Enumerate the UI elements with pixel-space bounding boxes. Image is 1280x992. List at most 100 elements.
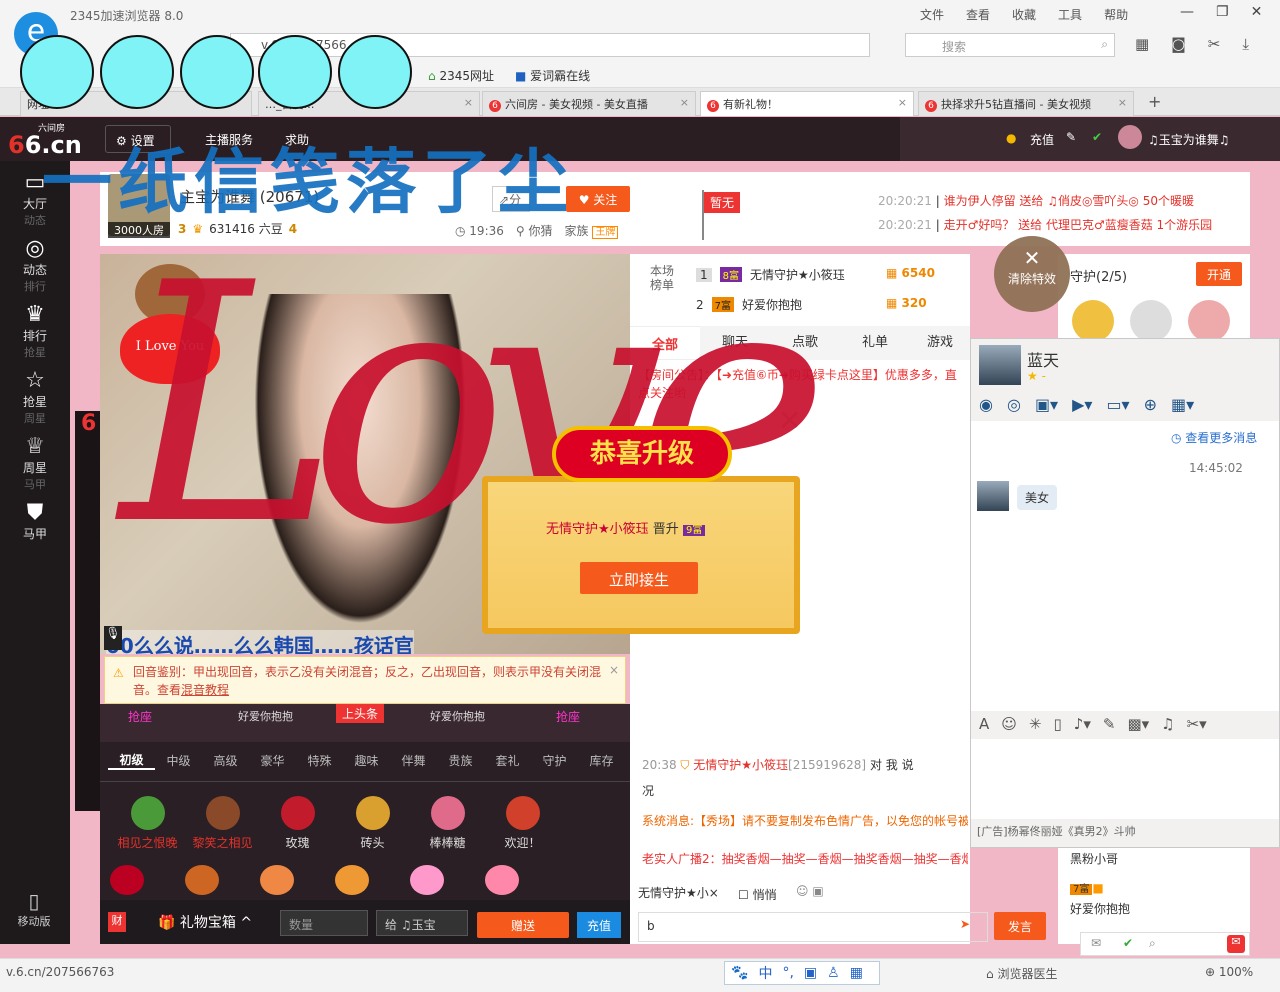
screen-share-icon[interactable]: ▣▾ xyxy=(1035,395,1058,414)
gift-tab-4[interactable]: 特殊 xyxy=(296,752,343,769)
gift-item[interactable]: 棒棒糖 xyxy=(410,796,485,851)
zoom-level[interactable]: ⊕ 100% xyxy=(1205,965,1253,979)
nav-weekstar[interactable]: ♕ 周星 马甲 xyxy=(0,425,70,492)
mobile-version[interactable]: ▯ 移动版 xyxy=(10,889,58,929)
view-more-link[interactable]: ◷ 查看更多消息 xyxy=(1171,429,1257,446)
video-icon[interactable]: ◎ xyxy=(1007,395,1021,414)
menu-favorites[interactable]: 收藏 xyxy=(1012,6,1036,23)
edit-icon[interactable]: ✎ xyxy=(1066,130,1076,144)
seat-4[interactable]: 好爱你抱抱 xyxy=(430,708,485,724)
username[interactable]: ♫玉宝为谁舞♫ xyxy=(1148,131,1230,148)
gift-item[interactable]: 欢迎！ xyxy=(485,796,560,851)
scissors-icon[interactable]: ✂ xyxy=(1208,35,1221,53)
gift-tab-6[interactable]: 伴舞 xyxy=(390,752,437,769)
download-icon[interactable]: ⤓ xyxy=(1242,35,1249,53)
music-icon[interactable]: ♫ xyxy=(1161,715,1174,733)
image-icon[interactable]: ▩▾ xyxy=(1127,715,1149,733)
gift-refuel-icon[interactable] xyxy=(335,865,369,895)
gift-box-button[interactable]: 🎁 礼物宝箱 ^ xyxy=(158,912,252,932)
tab-5[interactable]: 6 抉择求升5钻直播间 - 美女视频 × xyxy=(918,91,1134,116)
minimize-icon[interactable]: — xyxy=(1180,4,1194,20)
apps-icon[interactable]: ▦▾ xyxy=(1171,395,1194,414)
chat-tab-giftlist[interactable]: 礼单 xyxy=(840,326,910,360)
gift-tab-9[interactable]: 守护 xyxy=(531,752,578,769)
menu-file[interactable]: 文件 xyxy=(920,6,944,23)
seat-3[interactable]: 上头条 xyxy=(336,704,385,723)
game-icon[interactable]: ◙ xyxy=(1171,35,1186,53)
magnifier-icon[interactable]: ⌕ xyxy=(1149,936,1156,951)
follow-button[interactable]: ♥ 关注 xyxy=(566,186,630,212)
chat-tab-game[interactable]: 游戏 xyxy=(910,326,970,360)
user-list-item[interactable]: 黑粉小哥 xyxy=(1070,850,1118,867)
seat-5[interactable]: 抢座 xyxy=(556,708,580,725)
tab-3[interactable]: 6 六间房 - 美女视频 - 美女直播 × xyxy=(482,91,696,116)
gift-item[interactable]: 黎笑之相见 xyxy=(185,796,260,851)
menu-tools[interactable]: 工具 xyxy=(1058,6,1082,23)
edit-input-icon[interactable]: ✎ xyxy=(1103,715,1116,733)
ime-bar[interactable]: 🐾 中 °, ▣ ♙ ▦ xyxy=(724,961,880,985)
seat-2[interactable]: 好爱你抱抱 xyxy=(238,708,293,724)
nav-dynamic[interactable]: ◎ 动态 排行 xyxy=(0,227,70,294)
user-avatar[interactable] xyxy=(1118,125,1142,149)
gift-lion-icon[interactable] xyxy=(185,865,219,895)
gift-item[interactable]: 砖头 xyxy=(335,796,410,851)
restore-icon[interactable]: ❐ xyxy=(1216,4,1229,20)
gift-lips-icon[interactable] xyxy=(110,865,144,895)
quantity-input[interactable]: 数量 xyxy=(280,910,368,936)
qq-ad[interactable]: [广告]杨幂佟丽娅《真男2》斗帅 xyxy=(977,823,1136,839)
browser-doctor[interactable]: ⌂ 浏览器医生 xyxy=(986,965,1057,982)
smiley-icon[interactable]: ☺ xyxy=(1001,715,1017,733)
close-icon[interactable]: ✕ xyxy=(1251,4,1263,20)
recharge-button[interactable]: 充值 xyxy=(577,912,621,938)
gift-tab-2[interactable]: 高级 xyxy=(202,752,249,769)
tab-4[interactable]: 6 有新礼物！ × xyxy=(700,91,914,116)
emoji-icon[interactable]: ☺ ▣ xyxy=(796,884,824,898)
nav-rank[interactable]: ♛ 排行 抢星 xyxy=(0,293,70,360)
gift-item[interactable]: 玫瑰 xyxy=(260,796,335,851)
warning-close-icon[interactable]: × xyxy=(609,661,619,679)
new-tab-icon[interactable]: + xyxy=(1148,92,1161,111)
seat-1[interactable]: 抢座 xyxy=(128,708,152,725)
screenshot-icon[interactable]: ✂▾ xyxy=(1187,715,1207,733)
qq-input-area[interactable] xyxy=(971,739,1279,819)
user-list-item[interactable]: 7富 ■ xyxy=(1070,880,1104,895)
guard-avatar[interactable] xyxy=(1072,300,1114,342)
recharge-link[interactable]: 充值 xyxy=(1030,131,1054,148)
shield-icon[interactable]: ✔ xyxy=(1123,936,1133,950)
gift-item[interactable]: 相见之恨晚 xyxy=(110,796,185,851)
mic-icon[interactable]: 🎙 xyxy=(104,626,122,650)
levelup-accept-button[interactable]: 立即接生 xyxy=(580,562,698,594)
font-icon[interactable]: A xyxy=(979,715,989,733)
mic-input-icon[interactable]: ♪▾ xyxy=(1074,715,1091,733)
send-gift-button[interactable]: 赠送 xyxy=(477,912,569,938)
search-icon[interactable]: ⌕ xyxy=(1101,37,1108,52)
gift-tab-0[interactable]: 初级 xyxy=(108,751,155,770)
voice-icon[interactable]: ◉ xyxy=(979,395,993,414)
user-list-item-2[interactable]: 好爱你抱抱 xyxy=(1070,900,1130,917)
grid-icon[interactable]: ▦ xyxy=(1135,35,1149,53)
chat-bubble-icon[interactable]: ✉ xyxy=(1227,935,1245,953)
nav-vest[interactable]: ⛊ 马甲 xyxy=(0,491,70,557)
gift-pig-icon[interactable] xyxy=(485,865,519,895)
fav-2345[interactable]: ⌂ 2345网址 xyxy=(428,67,494,84)
gift-tab-5[interactable]: 趣味 xyxy=(343,752,390,769)
gift-cat-icon[interactable] xyxy=(260,865,294,895)
mail-icon[interactable]: ✉ xyxy=(1091,936,1101,950)
gift-tab-3[interactable]: 豪华 xyxy=(249,752,296,769)
mix-tutorial-link[interactable]: 混音教程 xyxy=(181,683,229,697)
add-group-icon[interactable]: ⊕ xyxy=(1144,395,1157,414)
contact-avatar[interactable] xyxy=(979,345,1021,385)
gift-clap-icon[interactable] xyxy=(410,865,444,895)
chat-send-button[interactable]: 发言 xyxy=(994,912,1046,940)
wealth-icon[interactable]: 财 xyxy=(108,912,126,932)
chat-input[interactable]: b xyxy=(638,912,988,942)
fav-iciba[interactable]: ■ 爱词霸在线 xyxy=(515,67,590,84)
gift-tab-10[interactable]: 库存 xyxy=(578,752,625,769)
send-plane-icon[interactable]: ➤ xyxy=(960,917,970,931)
guard-empty-1[interactable] xyxy=(1130,300,1172,342)
private-checkbox[interactable]: ☐ 悄悄 xyxy=(738,886,777,903)
guard-open-button[interactable]: 开通 xyxy=(1196,262,1242,286)
search-box[interactable]: 搜索 ⌕ xyxy=(905,33,1115,57)
clear-effects-button[interactable]: ✕ 清除特效 xyxy=(994,236,1070,312)
menu-help[interactable]: 帮助 xyxy=(1104,6,1128,23)
